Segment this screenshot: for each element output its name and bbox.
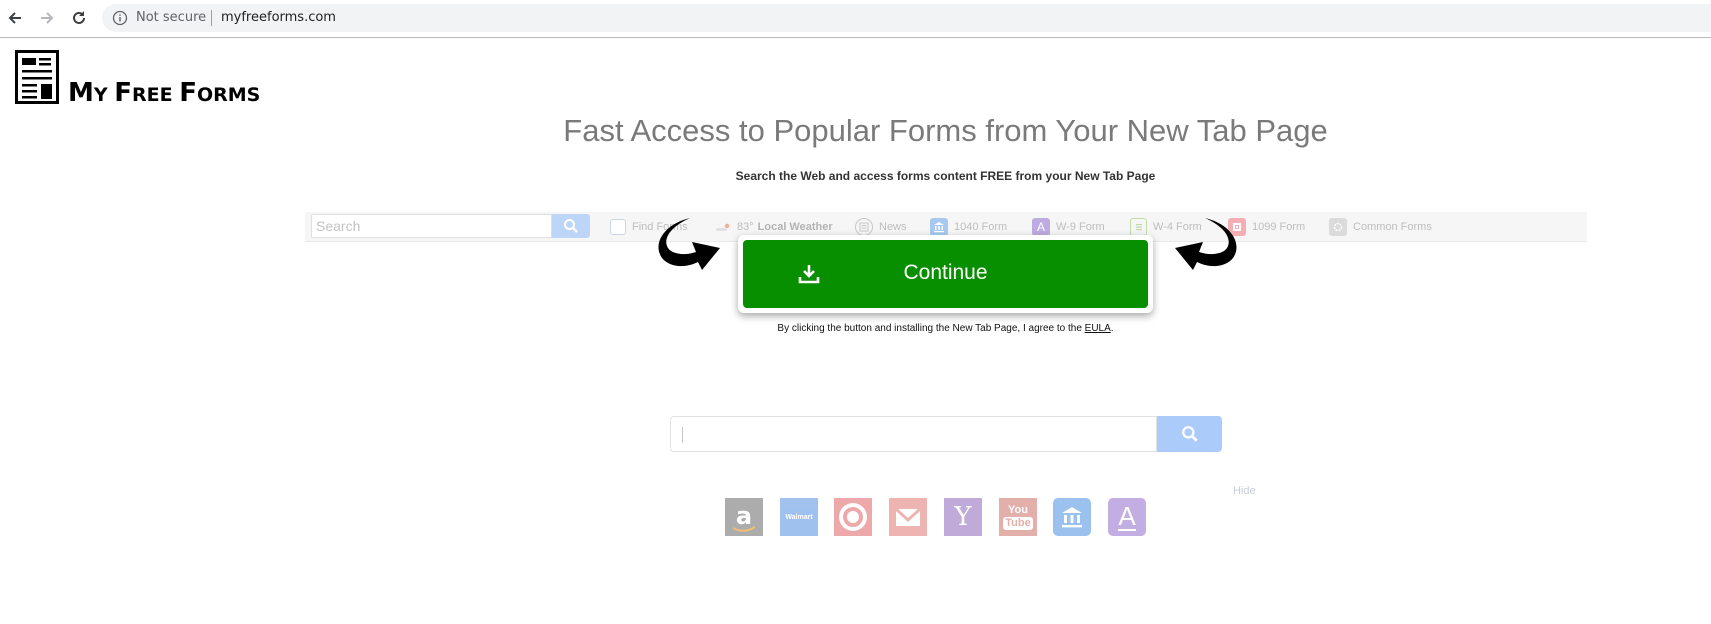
- svg-text:a: a: [736, 502, 752, 530]
- shortcut-letter-a[interactable]: A: [1108, 498, 1146, 536]
- logo-smallcaps: REE: [132, 84, 180, 106]
- clipboard-icon: [1130, 218, 1147, 236]
- toolbar-item-w9-form[interactable]: A W-9 Form: [1032, 217, 1105, 237]
- disclaimer-text: By clicking the button and installing th…: [777, 323, 1085, 334]
- disclaimer-suffix: .: [1110, 323, 1114, 334]
- toolbar-search-placeholder: Search: [316, 218, 361, 234]
- forward-button[interactable]: [36, 7, 58, 29]
- search-icon: [1181, 426, 1198, 442]
- toolbar-item-common-forms[interactable]: Common Forms: [1329, 217, 1432, 237]
- shortcut-yahoo[interactable]: Y: [944, 498, 982, 536]
- main-search-input[interactable]: [670, 416, 1157, 452]
- toolbar-item-1040-form[interactable]: 1040 Form: [930, 217, 1007, 237]
- letter-a-icon: A: [1032, 218, 1050, 236]
- search-icon: [564, 219, 578, 233]
- info-icon[interactable]: [112, 10, 128, 26]
- hide-shortcuts-link[interactable]: Hide: [1233, 485, 1256, 497]
- eula-link[interactable]: EULA: [1085, 323, 1111, 334]
- shortcut-amazon[interactable]: a: [725, 498, 763, 536]
- continue-label: Continue: [903, 261, 988, 284]
- curved-arrow-right-icon: [658, 218, 720, 270]
- target-icon: [839, 503, 867, 531]
- logo-letter: F: [114, 78, 133, 108]
- logo-letter: M: [68, 78, 94, 108]
- youtube-icon-tube: Tube: [1003, 517, 1033, 530]
- continue-button[interactable]: Continue: [743, 240, 1148, 308]
- continue-card: Continue: [738, 235, 1153, 313]
- toolbar-item-news[interactable]: News: [855, 217, 907, 237]
- mail-icon: [894, 507, 922, 526]
- eula-disclaimer: By clicking the button and installing th…: [0, 323, 1711, 334]
- shortcut-mail[interactable]: [889, 498, 927, 536]
- bank-icon: [1062, 507, 1082, 528]
- bank-icon: [930, 218, 948, 236]
- weather-temperature: 83°: [737, 221, 754, 233]
- site-logo-text: MY FREE FORMS: [68, 80, 260, 108]
- page-subheadline: Search the Web and access forms content …: [735, 169, 1156, 183]
- text-caret: [682, 427, 683, 443]
- shortcut-target[interactable]: [834, 498, 872, 536]
- shortcut-bank[interactable]: [1053, 498, 1091, 536]
- toolbar-item-label: Local Weather: [757, 221, 833, 233]
- arrow-right-icon: [41, 12, 54, 24]
- toolbar-item-label: Common Forms: [1353, 221, 1432, 233]
- toolbar-search-input[interactable]: Search: [311, 214, 552, 238]
- amazon-icon: a: [732, 502, 756, 532]
- news-icon: [855, 218, 873, 236]
- url-text[interactable]: myfreeforms.com: [221, 10, 336, 25]
- reload-icon: [73, 11, 85, 24]
- back-button[interactable]: [4, 7, 26, 29]
- common-forms-icon: [1329, 218, 1347, 236]
- security-status: Not secure: [136, 10, 207, 25]
- divider: [211, 10, 212, 26]
- youtube-icon: You: [1008, 504, 1028, 516]
- logo-smallcaps: ORMS: [196, 84, 261, 106]
- main-search-button[interactable]: [1157, 416, 1222, 452]
- curved-arrow-left-icon: [1175, 218, 1237, 270]
- shortcut-youtube[interactable]: You Tube: [999, 498, 1037, 536]
- toolbar-search-button[interactable]: [552, 214, 590, 238]
- toolbar-item-weather[interactable]: 83° Local Weather: [715, 217, 833, 237]
- logo-smallcaps: Y: [93, 84, 115, 106]
- address-bar[interactable]: Not secure myfreeforms.com: [102, 4, 1711, 32]
- yahoo-icon: Y: [954, 502, 972, 532]
- walmart-icon: Walmart: [785, 513, 813, 521]
- page-headline: Fast Access to Popular Forms from Your N…: [563, 113, 1328, 148]
- reload-button[interactable]: [68, 7, 90, 29]
- letter-a-icon: A: [1118, 501, 1136, 531]
- arrow-left-icon: [8, 12, 21, 24]
- toolbar-item-label: 1040 Form: [954, 221, 1008, 233]
- toolbar-item-label: 1099 Form: [1252, 221, 1306, 233]
- browser-toolbar: Not secure myfreeforms.com: [0, 0, 1711, 38]
- toolbar-item-label: W-9 Form: [1056, 221, 1105, 233]
- shortcut-walmart[interactable]: Walmart: [780, 498, 818, 536]
- toolbar-item-label: News: [879, 221, 907, 233]
- main-search: [670, 416, 1222, 452]
- logo-letter: F: [179, 78, 197, 108]
- newspaper-form-icon: [15, 50, 59, 104]
- find-forms-icon: [610, 219, 626, 235]
